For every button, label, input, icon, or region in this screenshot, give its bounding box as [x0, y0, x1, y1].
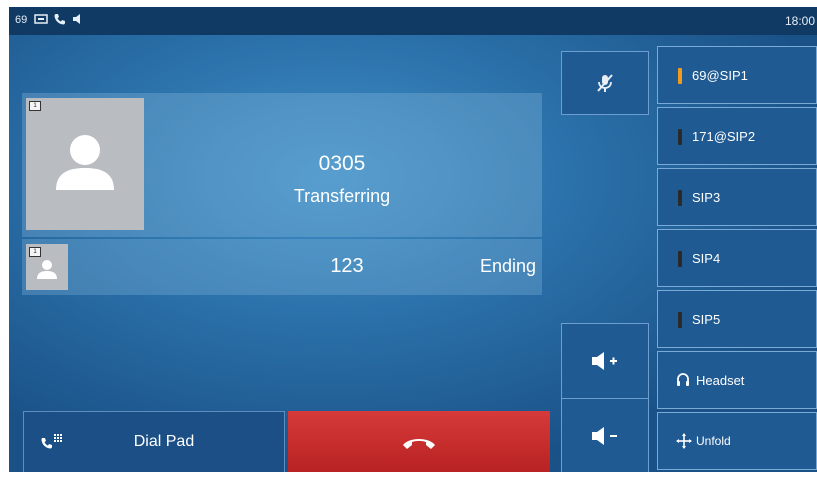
line-key-label: SIP3 [692, 190, 721, 205]
unfold-key[interactable]: Unfold [657, 412, 817, 470]
contact-avatar-small: 1 [26, 244, 68, 290]
dialpad-icon [40, 432, 64, 459]
unfold-label: Unfold [696, 434, 731, 448]
line-status-indicator [678, 251, 682, 267]
dial-pad-label: Dial Pad [133, 433, 195, 450]
line-status-indicator [678, 312, 682, 328]
volume-up-button[interactable] [562, 324, 648, 399]
headset-icon [676, 372, 690, 391]
mute-button[interactable] [561, 51, 649, 115]
headset-label: Headset [696, 373, 745, 388]
line-status-indicator [678, 190, 682, 206]
clock: 18:00 [784, 14, 815, 28]
end-call-button[interactable] [288, 411, 550, 472]
line-key-sip3[interactable]: SIP3 [657, 168, 817, 226]
line-key-label: SIP4 [692, 251, 721, 266]
voicemail-icon [34, 12, 48, 26]
line-key-sip5[interactable]: SIP5 [657, 290, 817, 348]
line-badge: 1 [29, 101, 41, 111]
call-status: Transferring [293, 186, 391, 206]
volume-up-icon [590, 350, 620, 377]
call-number-secondary: 123 [330, 255, 364, 277]
mute-mic-icon [594, 72, 616, 99]
speaker-icon [71, 12, 85, 26]
phone-icon [53, 12, 67, 26]
line-keys-panel: 69@SIP1 171@SIP2 SIP3 SIP4 SIP5 Headset … [657, 46, 817, 472]
line-status-indicator [678, 129, 682, 145]
dial-pad-button[interactable]: Dial Pad [23, 411, 285, 472]
person-icon [56, 135, 114, 190]
status-account: 69 [15, 14, 28, 26]
line-status-indicator [678, 68, 682, 84]
volume-down-button[interactable] [562, 399, 648, 472]
line-key-label: 69@SIP1 [692, 68, 748, 83]
line-key-sip4[interactable]: SIP4 [657, 229, 817, 287]
held-call-card[interactable]: 1 123 Ending [22, 239, 542, 295]
call-status-secondary: Ending [479, 256, 536, 276]
volume-down-icon [590, 425, 620, 452]
volume-controls [561, 323, 649, 472]
line-key-sip2[interactable]: 171@SIP2 [657, 107, 817, 165]
line-badge-small: 1 [29, 247, 41, 257]
status-bar: 69 18:00 [9, 7, 817, 35]
line-key-label: 171@SIP2 [692, 129, 756, 144]
line-key-label: SIP5 [692, 312, 721, 327]
headset-key[interactable]: Headset [657, 351, 817, 409]
hang-up-icon [401, 436, 437, 455]
call-number: 0305 [318, 152, 366, 175]
active-call-card[interactable]: 1 0305 Transferring [22, 93, 542, 237]
move-arrows-icon [676, 433, 692, 452]
phone-screen: 69 18:00 1 0305 Transferring 1 123 Endin… [9, 7, 817, 472]
contact-avatar: 1 [26, 98, 144, 230]
line-key-sip1[interactable]: 69@SIP1 [657, 46, 817, 104]
